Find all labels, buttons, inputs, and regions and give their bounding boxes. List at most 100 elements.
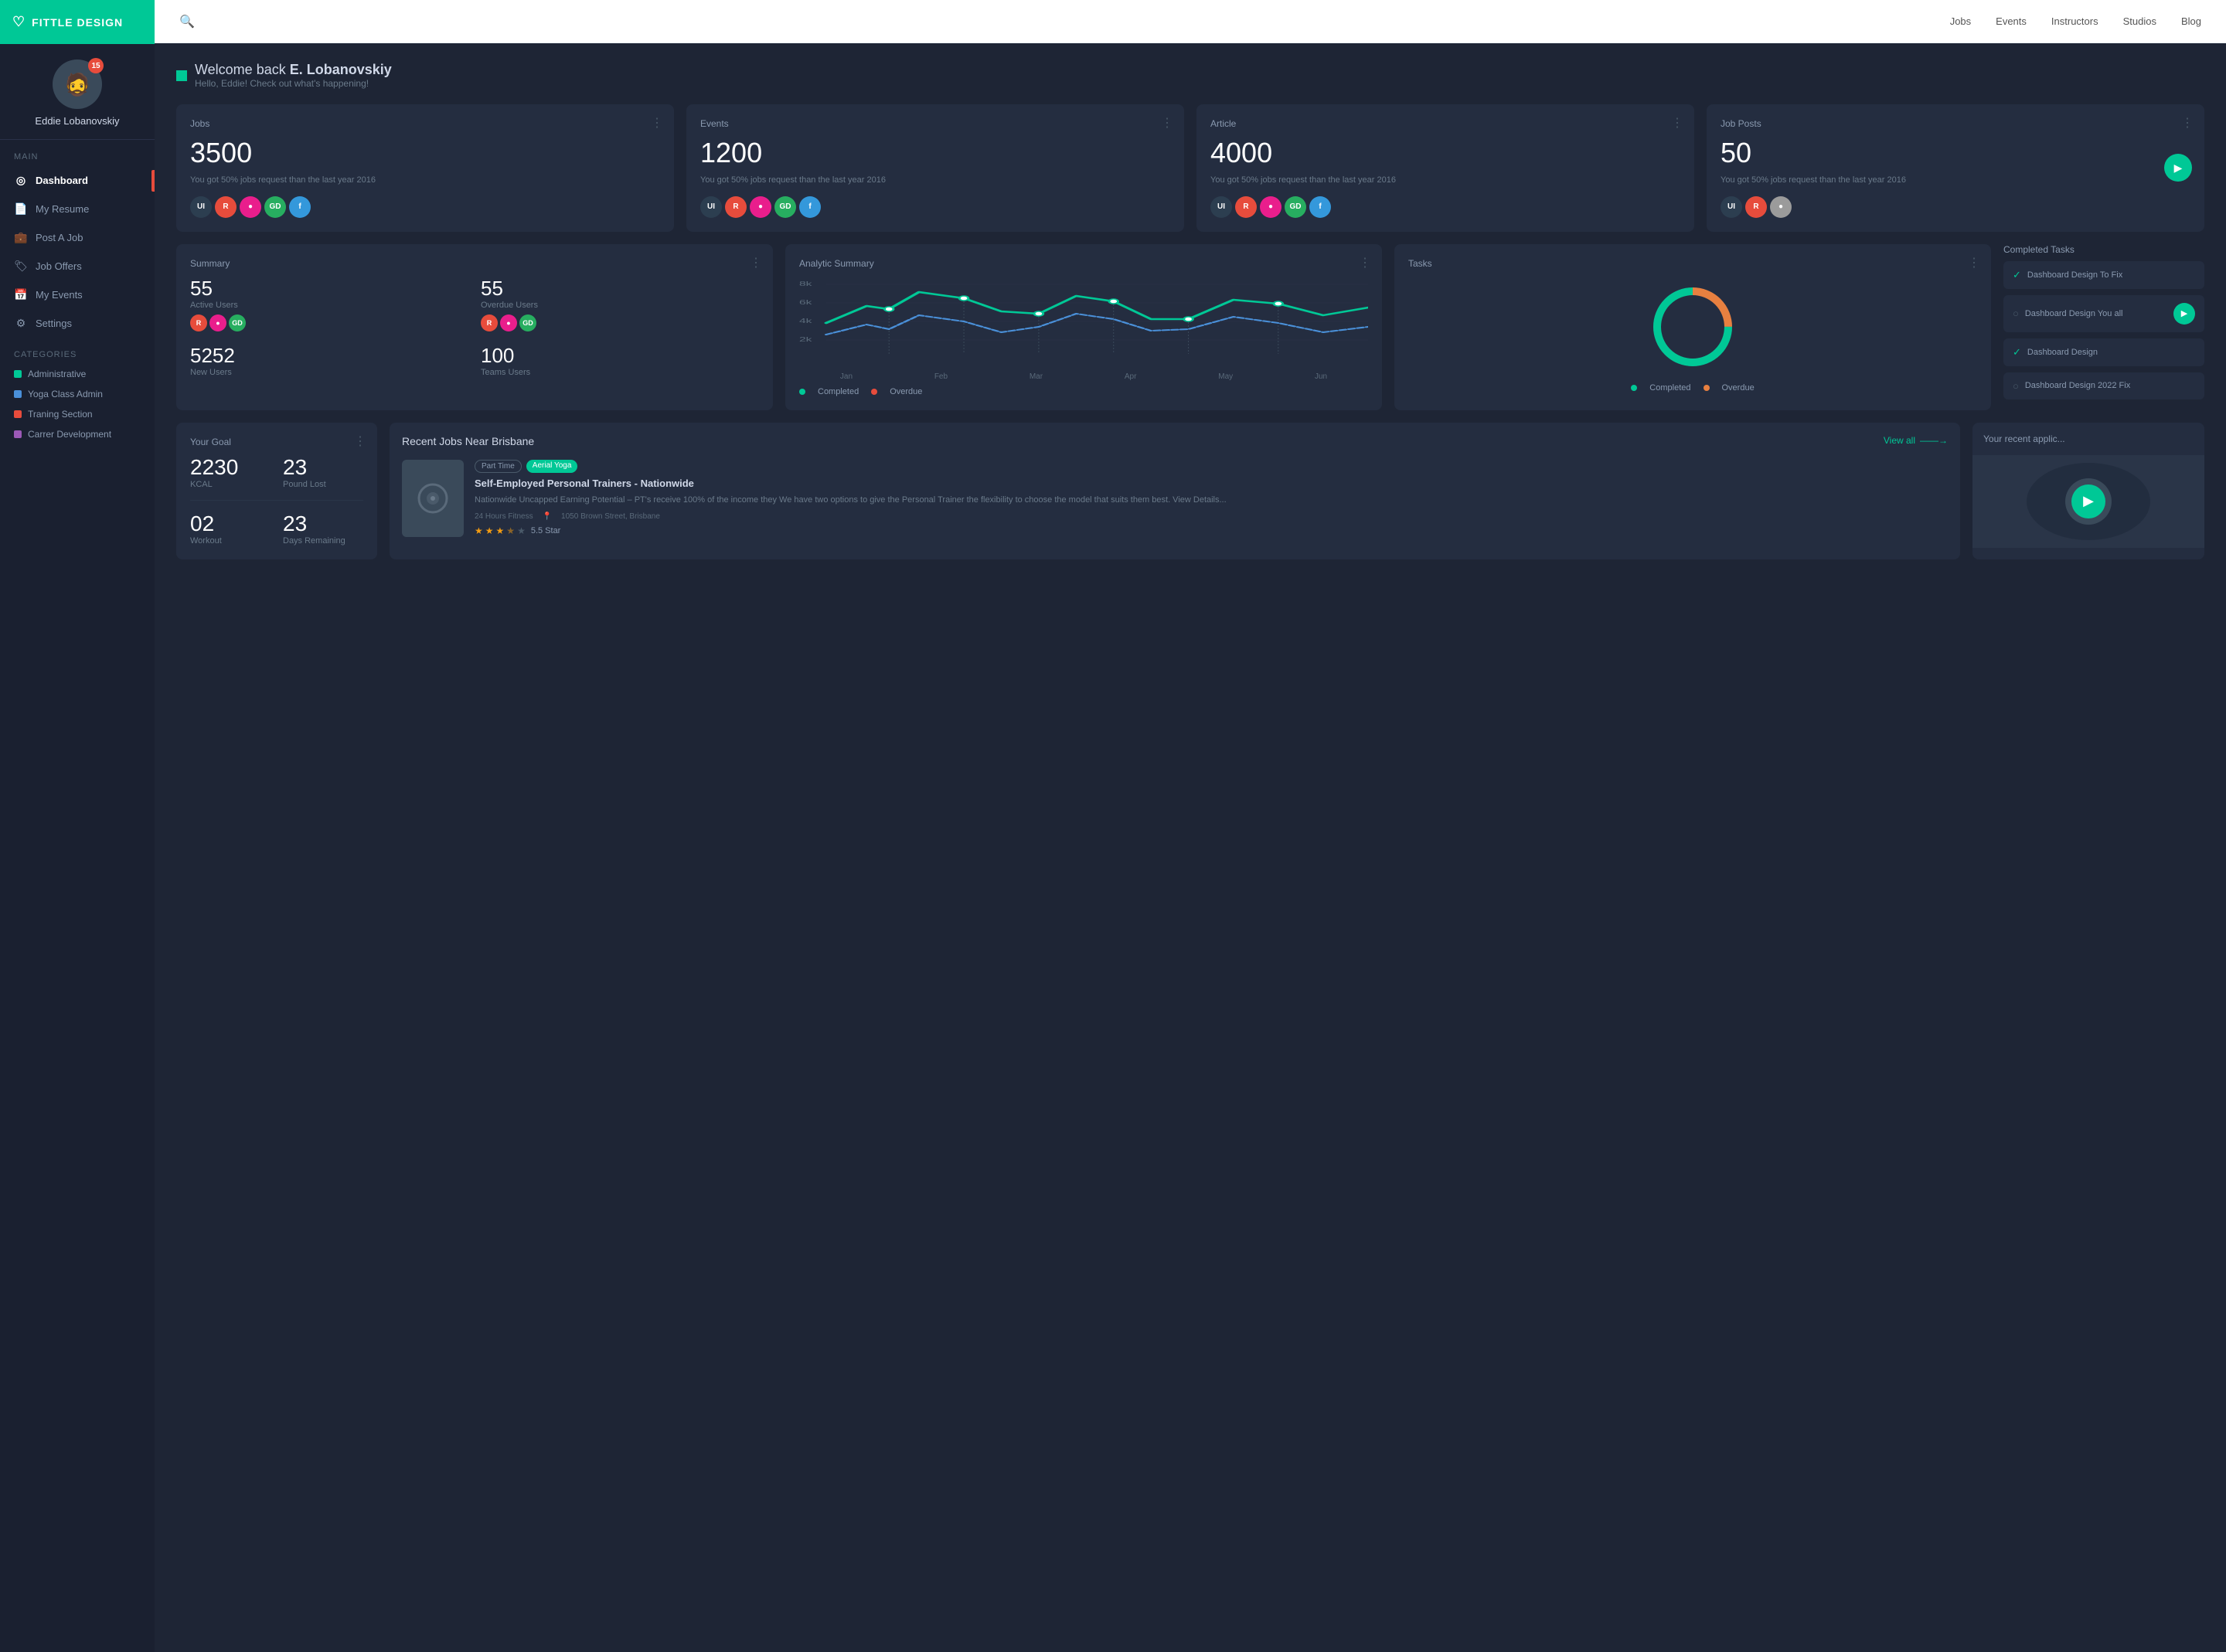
app-name: FITTLE DESIGN (32, 16, 123, 29)
card-menu-goal[interactable]: ⋮ (354, 433, 366, 449)
sidebar-item-job-offers[interactable]: 🏷 Job Offers (0, 252, 155, 280)
nav-studios[interactable]: Studios (2123, 15, 2156, 27)
logo[interactable]: ♡ FITTLE DESIGN (0, 0, 155, 44)
card-title-job-posts: Job Posts (1721, 118, 2190, 129)
teams-users-num: 100 (481, 344, 759, 368)
task-check-icon: ○ (2013, 308, 2019, 319)
line-chart-svg: 8k 6k 4k 2k (799, 277, 1368, 362)
mini-avatar: R (1745, 196, 1767, 218)
nav-blog[interactable]: Blog (2181, 15, 2201, 27)
mini-avatar: GD (774, 196, 796, 218)
category-administrative[interactable]: Administrative (14, 364, 141, 384)
nav-instructors[interactable]: Instructors (2051, 15, 2098, 27)
tasks-legend-overdue: Overdue (1722, 383, 1755, 393)
mini-avatar: GD (519, 314, 536, 331)
star-5: ★ (517, 525, 526, 536)
tasks-legend-completed: Completed (1649, 383, 1690, 393)
job-offers-icon: 🏷 (14, 260, 28, 273)
resume-icon: 📄 (14, 202, 28, 216)
summary-stats: 55 Active Users R ● GD 55 Overdue Users … (190, 277, 759, 382)
svg-text:4k: 4k (799, 317, 812, 324)
card-menu-tasks[interactable]: ⋮ (1968, 255, 1980, 270)
stat-teams-users: 100 Teams Users (481, 344, 759, 382)
card-title-events: Events (700, 118, 1170, 129)
mini-avatar: GD (264, 196, 286, 218)
nav-events[interactable]: Events (1996, 15, 2027, 27)
card-sub-jobs: You got 50% jobs request than the last y… (190, 174, 660, 187)
stat-new-users: 5252 New Users (190, 344, 468, 382)
card-menu-analytic[interactable]: ⋮ (1359, 255, 1371, 270)
job-title[interactable]: Self-Employed Personal Trainers - Nation… (475, 478, 1948, 489)
card-menu-job-posts[interactable]: ⋮ (2181, 115, 2194, 131)
task-play-button[interactable]: ▶ (2173, 303, 2195, 325)
avatar-row-events: UI R ● GD f (700, 196, 1170, 218)
recent-apps-title: Your recent applic... (1972, 423, 2204, 455)
mini-avatar: ● (240, 196, 261, 218)
mini-avatar: GD (1285, 196, 1306, 218)
goal-title: Your Goal (190, 437, 363, 447)
middle-row: ⋮ Summary 55 Active Users R ● GD 55 (176, 244, 2204, 410)
card-menu-jobs[interactable]: ⋮ (651, 115, 663, 131)
sidebar-item-post-job[interactable]: 💼 Post A Job (0, 223, 155, 252)
recent-jobs-card: Recent Jobs Near Brisbane View all ——→ (390, 423, 1960, 559)
rating-text: 5.5 Star (531, 526, 561, 535)
card-menu-article[interactable]: ⋮ (1671, 115, 1683, 131)
legend-label-completed: Completed (818, 387, 859, 396)
card-value-events: 1200 (700, 137, 1170, 169)
card-value-jobs: 3500 (190, 137, 660, 169)
mini-avatar: R (1235, 196, 1257, 218)
main-label: Main (0, 140, 155, 166)
donut-chart-svg (1646, 280, 1739, 373)
stat-active-users: 55 Active Users R ● GD (190, 277, 468, 331)
job-info: Part Time Aerial Yoga Self-Employed Pers… (475, 460, 1948, 537)
legend-dot-completed (799, 389, 805, 395)
topbar-nav: Jobs Events Instructors Studios Blog (1950, 15, 2201, 27)
sidebar: ♡ FITTLE DESIGN 🧔 15 Eddie Lobanovskiy M… (0, 0, 155, 1652)
category-yoga[interactable]: Yoga Class Admin (14, 384, 141, 404)
username: Eddie Lobanovskiy (35, 115, 119, 127)
task-text: Dashboard Design You all (2025, 309, 2167, 318)
welcome-banner: Welcome back E. Lobanovskiy Hello, Eddie… (176, 62, 2204, 89)
task-text: Dashboard Design 2022 Fix (2025, 381, 2195, 390)
card-play-button[interactable]: ▶ (2164, 154, 2192, 182)
overdue-users-avatars: R ● GD (481, 314, 759, 331)
analytic-card: ⋮ Analytic Summary 8k 6k 4k 2k (785, 244, 1382, 410)
search-area: 🔍 (179, 14, 1950, 29)
stat-cards-row: ⋮ Jobs 3500 You got 50% jobs request tha… (176, 104, 2204, 232)
card-title-article: Article (1210, 118, 1680, 129)
task-item-2: ✓ Dashboard Design (2003, 338, 2204, 366)
sidebar-user: 🧔 15 Eddie Lobanovskiy (0, 44, 155, 140)
sidebar-item-dashboard[interactable]: ◎ Dashboard (0, 166, 155, 195)
settings-icon: ⚙ (14, 317, 28, 330)
mini-avatar: f (1309, 196, 1331, 218)
job-company: 24 Hours Fitness (475, 512, 533, 521)
task-check-icon: ✓ (2013, 346, 2021, 359)
app-play-button[interactable]: ▶ (2071, 484, 2105, 518)
sidebar-item-events[interactable]: 📅 My Events (0, 280, 155, 309)
categories-list: Administrative Yoga Class Admin Traning … (0, 364, 155, 444)
task-check-icon: ○ (2013, 380, 2019, 392)
card-menu-events[interactable]: ⋮ (1161, 115, 1173, 131)
topbar: 🔍 Jobs Events Instructors Studios Blog (155, 0, 2226, 43)
category-training[interactable]: Traning Section (14, 404, 141, 424)
card-menu-summary[interactable]: ⋮ (750, 255, 762, 270)
nav-jobs[interactable]: Jobs (1950, 15, 1971, 27)
job-thumbnail (402, 460, 464, 537)
category-career[interactable]: Carrer Development (14, 424, 141, 444)
category-label: Traning Section (28, 409, 93, 420)
tasks-legend: Completed Overdue (1408, 383, 1977, 393)
line-chart-area: 8k 6k 4k 2k (799, 277, 1368, 369)
active-users-label: Active Users (190, 301, 468, 310)
mini-avatar: f (289, 196, 311, 218)
sidebar-item-resume[interactable]: 📄 My Resume (0, 195, 155, 223)
sidebar-item-label: My Resume (36, 203, 89, 215)
task-check-icon: ✓ (2013, 269, 2021, 281)
post-job-icon: 💼 (14, 231, 28, 244)
stat-overdue-users: 55 Overdue Users R ● GD (481, 277, 759, 331)
view-all-link[interactable]: View all ——→ (1884, 435, 1948, 446)
dashboard-icon: ◎ (14, 174, 28, 187)
stat-card-jobs: ⋮ Jobs 3500 You got 50% jobs request tha… (176, 104, 674, 232)
goal-days-num: 23 (283, 512, 363, 536)
mini-avatar: UI (190, 196, 212, 218)
sidebar-item-settings[interactable]: ⚙ Settings (0, 309, 155, 338)
